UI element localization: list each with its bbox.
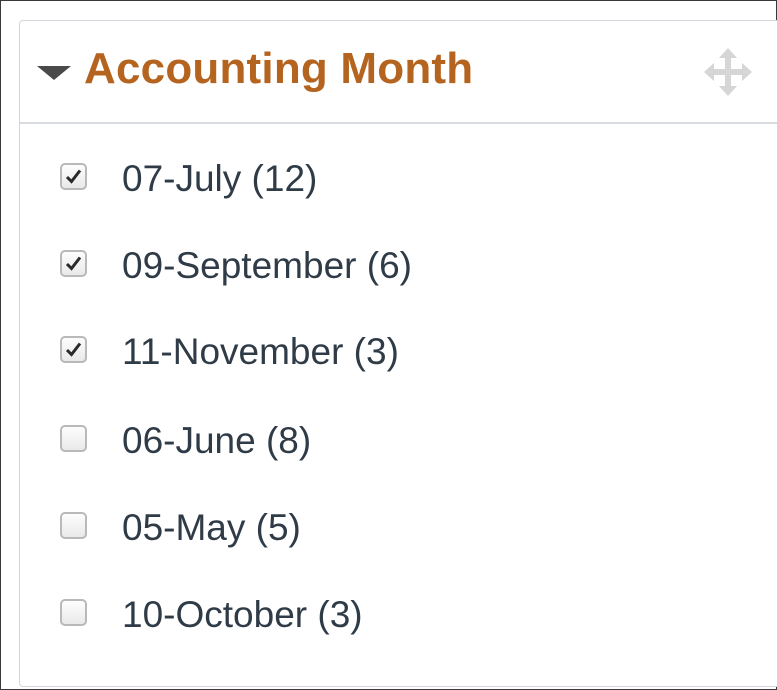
list-item[interactable]: 11-November (3) — [20, 312, 777, 382]
checkbox[interactable] — [60, 425, 87, 452]
list-item[interactable]: 10-October (3) — [20, 575, 777, 645]
screenshot-frame: Accounting Month 07-July (12) 09-Septemb… — [0, 0, 777, 690]
checkbox-label[interactable]: 06-June (8) — [122, 420, 311, 462]
list-item[interactable]: 07-July (12) — [20, 139, 777, 209]
checkbox[interactable] — [60, 336, 87, 363]
checkbox-label[interactable]: 07-July (12) — [122, 158, 317, 200]
panel-header: Accounting Month — [20, 21, 777, 124]
caret-down-icon[interactable] — [37, 66, 71, 80]
checkbox[interactable] — [60, 250, 87, 277]
checkbox-label[interactable]: 05-May (5) — [122, 507, 301, 549]
checkbox[interactable] — [60, 163, 87, 190]
list-item[interactable]: 06-June (8) — [20, 401, 777, 471]
panel-title[interactable]: Accounting Month — [84, 43, 473, 95]
checkbox-label[interactable]: 09-September (6) — [122, 245, 412, 287]
checkbox-label[interactable]: 10-October (3) — [122, 594, 363, 636]
accounting-month-filter-panel: Accounting Month 07-July (12) 09-Septemb… — [19, 20, 777, 687]
checkmark-icon — [65, 342, 82, 357]
move-arrows-icon[interactable] — [704, 48, 752, 96]
checkbox[interactable] — [60, 599, 87, 626]
checkbox-label[interactable]: 11-November (3) — [122, 331, 399, 373]
checkmark-icon — [65, 169, 82, 184]
checkbox[interactable] — [60, 512, 87, 539]
list-item[interactable]: 09-September (6) — [20, 226, 777, 296]
list-item[interactable]: 05-May (5) — [20, 488, 777, 558]
checkmark-icon — [65, 256, 82, 271]
